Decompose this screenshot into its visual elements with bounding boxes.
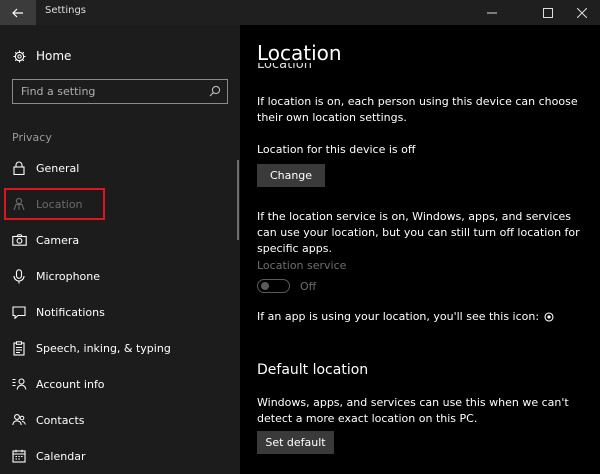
default-location-text: Windows, apps, and services can use this… (257, 396, 569, 425)
change-button[interactable]: Change (257, 164, 325, 187)
sidebar-item-account-info[interactable]: Account info (0, 369, 240, 399)
search-box (12, 79, 228, 104)
sidebar-item-microphone[interactable]: Microphone (0, 261, 240, 291)
gear-icon (13, 49, 26, 63)
sidebar-item-label: General (36, 161, 80, 175)
sidebar-item-notifications[interactable]: Notifications (0, 297, 240, 327)
sidebar-item-label: Speech, inking, & typing (36, 341, 171, 355)
sidebar-item-label: Calendar (36, 449, 86, 463)
notification-icon (11, 304, 27, 320)
search-icon[interactable] (209, 85, 221, 97)
service-description: If the location service is on, Windows, … (257, 210, 580, 255)
sidebar-item-speech[interactable]: Speech, inking, & typing (0, 333, 240, 363)
sidebar-item-label: Contacts (36, 413, 85, 427)
sidebar-item-camera[interactable]: Camera (0, 225, 240, 255)
sidebar: Home Privacy General Location Camera Mic… (0, 25, 240, 474)
location-service-label: Location service (257, 259, 347, 272)
location-service-toggle[interactable] (257, 279, 290, 293)
sidebar-item-calendar[interactable]: Calendar (0, 441, 240, 471)
search-input[interactable] (13, 85, 203, 98)
content-pane: Location Location If location is on, eac… (240, 25, 600, 474)
sidebar-item-label: Account info (36, 377, 105, 391)
sidebar-item-label: Notifications (36, 305, 105, 319)
arrow-left-icon (12, 8, 23, 17)
selection-highlight-box (4, 188, 105, 220)
minimize-button[interactable] (474, 0, 510, 25)
default-location-heading: Default location (257, 362, 369, 378)
toggle-knob (261, 282, 269, 290)
microphone-icon (11, 268, 27, 284)
sidebar-item-contacts[interactable]: Contacts (0, 405, 240, 435)
back-button[interactable] (0, 0, 36, 25)
sidebar-item-general[interactable]: General (0, 153, 240, 183)
section-privacy: Privacy (12, 131, 52, 144)
home-label: Home (36, 49, 72, 63)
device-location-status: Location for this device is off (257, 143, 416, 156)
contacts-icon (11, 412, 27, 428)
location-service-state: Off (300, 280, 317, 293)
set-default-button[interactable]: Set default (257, 431, 334, 454)
sidebar-item-label: Camera (36, 233, 80, 247)
maximize-icon (543, 7, 553, 18)
lock-icon (11, 160, 27, 176)
home-link[interactable]: Home (13, 47, 71, 65)
close-icon (577, 7, 587, 18)
close-button[interactable] (564, 0, 600, 25)
title-bar: Settings (0, 0, 600, 25)
location-in-use-icon (544, 312, 554, 322)
location-icon-text: If an app is using your location, you'll… (257, 310, 540, 323)
intro-text: If location is on, each person using thi… (257, 95, 578, 124)
clipboard-icon (11, 340, 27, 356)
sidebar-item-label: Microphone (36, 269, 101, 283)
camera-icon (11, 232, 27, 248)
maximize-button[interactable] (530, 0, 566, 25)
location-icon-note: If an app is using your location, you'll… (257, 309, 597, 325)
sidebar-scrollbar[interactable] (237, 160, 239, 240)
minimize-icon (487, 12, 497, 13)
calendar-icon (11, 448, 27, 464)
account-info-icon (11, 376, 27, 392)
window-title: Settings (45, 5, 87, 16)
scrolled-section-heading: Location (257, 63, 312, 72)
page-title: Location (257, 41, 342, 65)
